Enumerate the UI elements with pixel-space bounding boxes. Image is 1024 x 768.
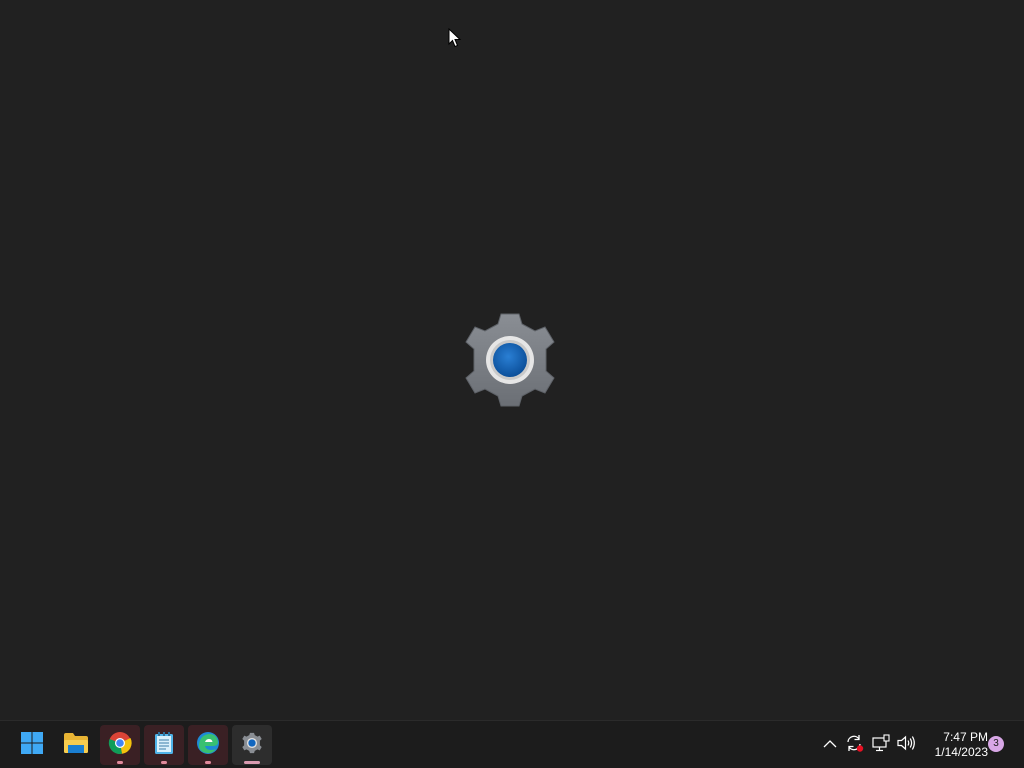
network-icon (871, 733, 891, 758)
active-indicator (244, 761, 260, 764)
volume-tray-button[interactable] (894, 733, 918, 757)
start-button[interactable] (12, 725, 52, 765)
folder-icon (63, 732, 89, 759)
settings-taskbar-button[interactable] (232, 725, 272, 765)
desktop-screen: 7:47 PM 1/14/2023 3 (0, 0, 1024, 768)
notepad-icon (153, 731, 175, 760)
sync-icon (844, 733, 864, 758)
notepad-taskbar-button[interactable] (144, 725, 184, 765)
show-hidden-icons-button[interactable] (818, 733, 842, 757)
windows-start-icon (20, 731, 44, 760)
edge-icon (196, 731, 220, 760)
clock-time: 7:47 PM (943, 730, 988, 744)
settings-splash-window (0, 0, 1024, 720)
clock-button[interactable]: 7:47 PM 1/14/2023 (922, 730, 988, 760)
settings-gear-icon (241, 732, 263, 759)
chrome-taskbar-button[interactable] (100, 725, 140, 765)
taskbar: 7:47 PM 1/14/2023 3 (0, 720, 1024, 768)
sync-tray-button[interactable] (842, 733, 866, 757)
volume-icon (896, 733, 916, 758)
mouse-cursor-icon (448, 27, 462, 48)
running-indicator (205, 761, 211, 764)
notification-badge[interactable]: 3 (988, 736, 1004, 752)
edge-taskbar-button[interactable] (188, 725, 228, 765)
clock-date: 1/14/2023 (934, 745, 988, 759)
settings-gear-icon (460, 312, 560, 408)
running-indicator (161, 761, 167, 764)
running-indicator (117, 761, 123, 764)
chrome-icon (108, 731, 132, 760)
network-tray-button[interactable] (869, 733, 893, 757)
chevron-up-icon (823, 736, 837, 754)
file-explorer-button[interactable] (56, 725, 96, 765)
